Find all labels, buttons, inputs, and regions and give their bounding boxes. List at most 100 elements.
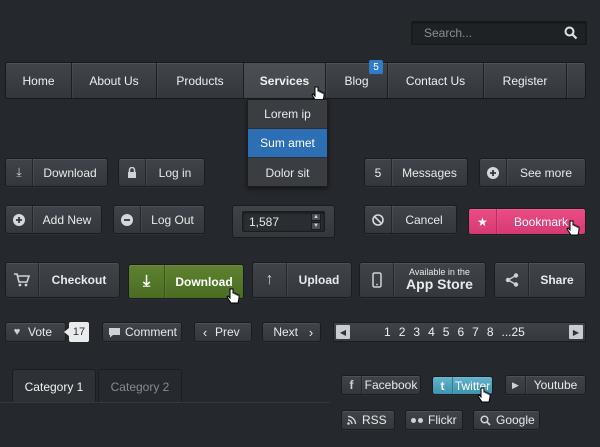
- heart-icon: ♥: [13, 326, 21, 338]
- see-more-label: See more: [519, 165, 573, 180]
- page-link[interactable]: ...25: [502, 325, 525, 339]
- vote-label: Vote: [28, 325, 53, 339]
- next-label: Next: [273, 325, 298, 339]
- pager-left-arrow-icon[interactable]: ◀: [336, 325, 350, 339]
- download-icon: ⤓: [6, 159, 33, 186]
- decrement-icon[interactable]: ▼: [311, 222, 321, 230]
- youtube-label: Youtube: [533, 378, 578, 392]
- page-link[interactable]: 3: [413, 325, 420, 339]
- hand-cursor-icon: [226, 288, 240, 304]
- facebook-button[interactable]: f Facebook: [341, 375, 421, 395]
- stepper-arrows: ▲ ▼: [311, 213, 321, 230]
- category-tabs: Category 1 Category 2: [0, 369, 330, 403]
- rss-icon: [342, 415, 362, 425]
- cancel-button[interactable]: Cancel: [364, 205, 457, 234]
- youtube-button[interactable]: ▶ Youtube: [505, 375, 586, 395]
- see-more-button[interactable]: See more: [479, 158, 586, 187]
- dropdown-item[interactable]: Lorem ip: [248, 100, 327, 129]
- vote-button[interactable]: ♥ Vote: [5, 322, 66, 342]
- tab-divider: [0, 402, 330, 403]
- phone-icon: [360, 263, 394, 297]
- nav-blog-label: Blog: [344, 73, 369, 88]
- plus-circle-icon: [480, 159, 507, 186]
- upload-button[interactable]: ↑ Upload: [252, 262, 352, 298]
- download-icon: ⤓: [129, 265, 165, 298]
- facebook-icon: f: [342, 376, 362, 394]
- nav-contact-us[interactable]: Contact Us: [388, 63, 484, 98]
- youtube-play-icon: ▶: [506, 376, 526, 394]
- pager-right-arrow-icon[interactable]: ▶: [569, 325, 583, 339]
- page-link[interactable]: 2: [399, 325, 406, 339]
- vote-count: 17: [64, 322, 89, 342]
- log-out-label: Log Out: [151, 212, 194, 227]
- log-out-button[interactable]: Log Out: [113, 205, 205, 234]
- page-link[interactable]: 8: [487, 325, 494, 339]
- nav-home-label: Home: [22, 73, 55, 88]
- app-store-text: Available in the App Store: [394, 267, 485, 292]
- nav-about-us[interactable]: About Us: [72, 63, 157, 98]
- tab-category-2[interactable]: Category 2: [98, 369, 182, 403]
- plus-circle-icon: [6, 206, 33, 233]
- ban-icon: [365, 206, 392, 233]
- minus-circle-icon: [114, 206, 141, 233]
- nav-register[interactable]: Register: [484, 63, 567, 98]
- quantity-field[interactable]: 1,587 ▲ ▼: [242, 211, 325, 232]
- dropdown-item[interactable]: Dolor sit: [248, 158, 327, 187]
- app-store-button[interactable]: Available in the App Store: [359, 262, 486, 298]
- quantity-stepper[interactable]: 1,587 ▲ ▼: [232, 205, 335, 238]
- comment-button[interactable]: Comment: [102, 322, 182, 342]
- search-box[interactable]: [411, 21, 587, 45]
- messages-button[interactable]: 5 Messages: [364, 158, 468, 187]
- nav-contact-label: Contact Us: [405, 73, 466, 88]
- add-new-button[interactable]: Add New: [5, 205, 102, 234]
- download-primary-label: Download: [175, 274, 233, 289]
- page-link[interactable]: 4: [428, 325, 435, 339]
- next-button[interactable]: Next ›: [262, 322, 321, 342]
- comment-label: Comment: [125, 325, 178, 339]
- services-dropdown: Lorem ip Sum amet Dolor sit: [247, 99, 328, 187]
- comment-icon: [103, 327, 125, 338]
- nav-services-label: Services: [259, 73, 310, 88]
- page-link[interactable]: 5: [443, 325, 450, 339]
- star-icon: ★: [469, 209, 497, 234]
- page-link[interactable]: 1: [384, 325, 391, 339]
- nav-home[interactable]: Home: [6, 63, 72, 98]
- nav-products-label: Products: [176, 73, 224, 88]
- messages-label: Messages: [402, 165, 457, 180]
- quantity-value: 1,587: [249, 214, 280, 229]
- share-icon: [495, 263, 529, 297]
- google-icon: [474, 414, 496, 426]
- pagination: ◀ 1 2 3 4 5 6 7 8 ...25 ▶: [333, 322, 586, 342]
- flickr-button[interactable]: Flickr: [405, 410, 463, 430]
- nav-products[interactable]: Products: [157, 63, 244, 98]
- chevron-left-icon: ‹: [202, 324, 208, 340]
- upload-label: Upload: [298, 273, 340, 287]
- add-new-label: Add New: [42, 212, 92, 227]
- download-label: Download: [43, 165, 97, 180]
- upload-arrow-icon: ↑: [253, 263, 287, 297]
- page-link[interactable]: 7: [472, 325, 479, 339]
- nav-blog[interactable]: Blog 5: [326, 60, 388, 98]
- checkout-label: Checkout: [51, 273, 107, 287]
- tab-category-1[interactable]: Category 1: [12, 369, 96, 403]
- prev-label: Prev: [215, 325, 240, 339]
- hand-cursor-icon: [477, 387, 491, 403]
- notification-badge: 5: [369, 60, 383, 74]
- log-in-button[interactable]: Log in: [118, 158, 205, 187]
- prev-button[interactable]: ‹ Prev: [194, 322, 252, 342]
- google-button[interactable]: Google: [473, 410, 540, 430]
- checkout-button[interactable]: Checkout: [5, 262, 120, 298]
- nav-register-label: Register: [502, 73, 548, 88]
- increment-icon[interactable]: ▲: [311, 213, 321, 221]
- messages-count: 5: [365, 159, 392, 186]
- chevron-right-icon: ›: [308, 324, 314, 340]
- dropdown-item-selected[interactable]: Sum amet: [248, 129, 327, 158]
- rss-label: RSS: [362, 413, 387, 427]
- share-button[interactable]: Share: [494, 262, 586, 298]
- search-icon[interactable]: [564, 26, 578, 40]
- download-button[interactable]: ⤓ Download: [5, 158, 108, 187]
- search-input[interactable]: [412, 26, 562, 40]
- rss-button[interactable]: RSS: [341, 410, 395, 430]
- cancel-label: Cancel: [405, 212, 443, 227]
- page-link[interactable]: 6: [457, 325, 464, 339]
